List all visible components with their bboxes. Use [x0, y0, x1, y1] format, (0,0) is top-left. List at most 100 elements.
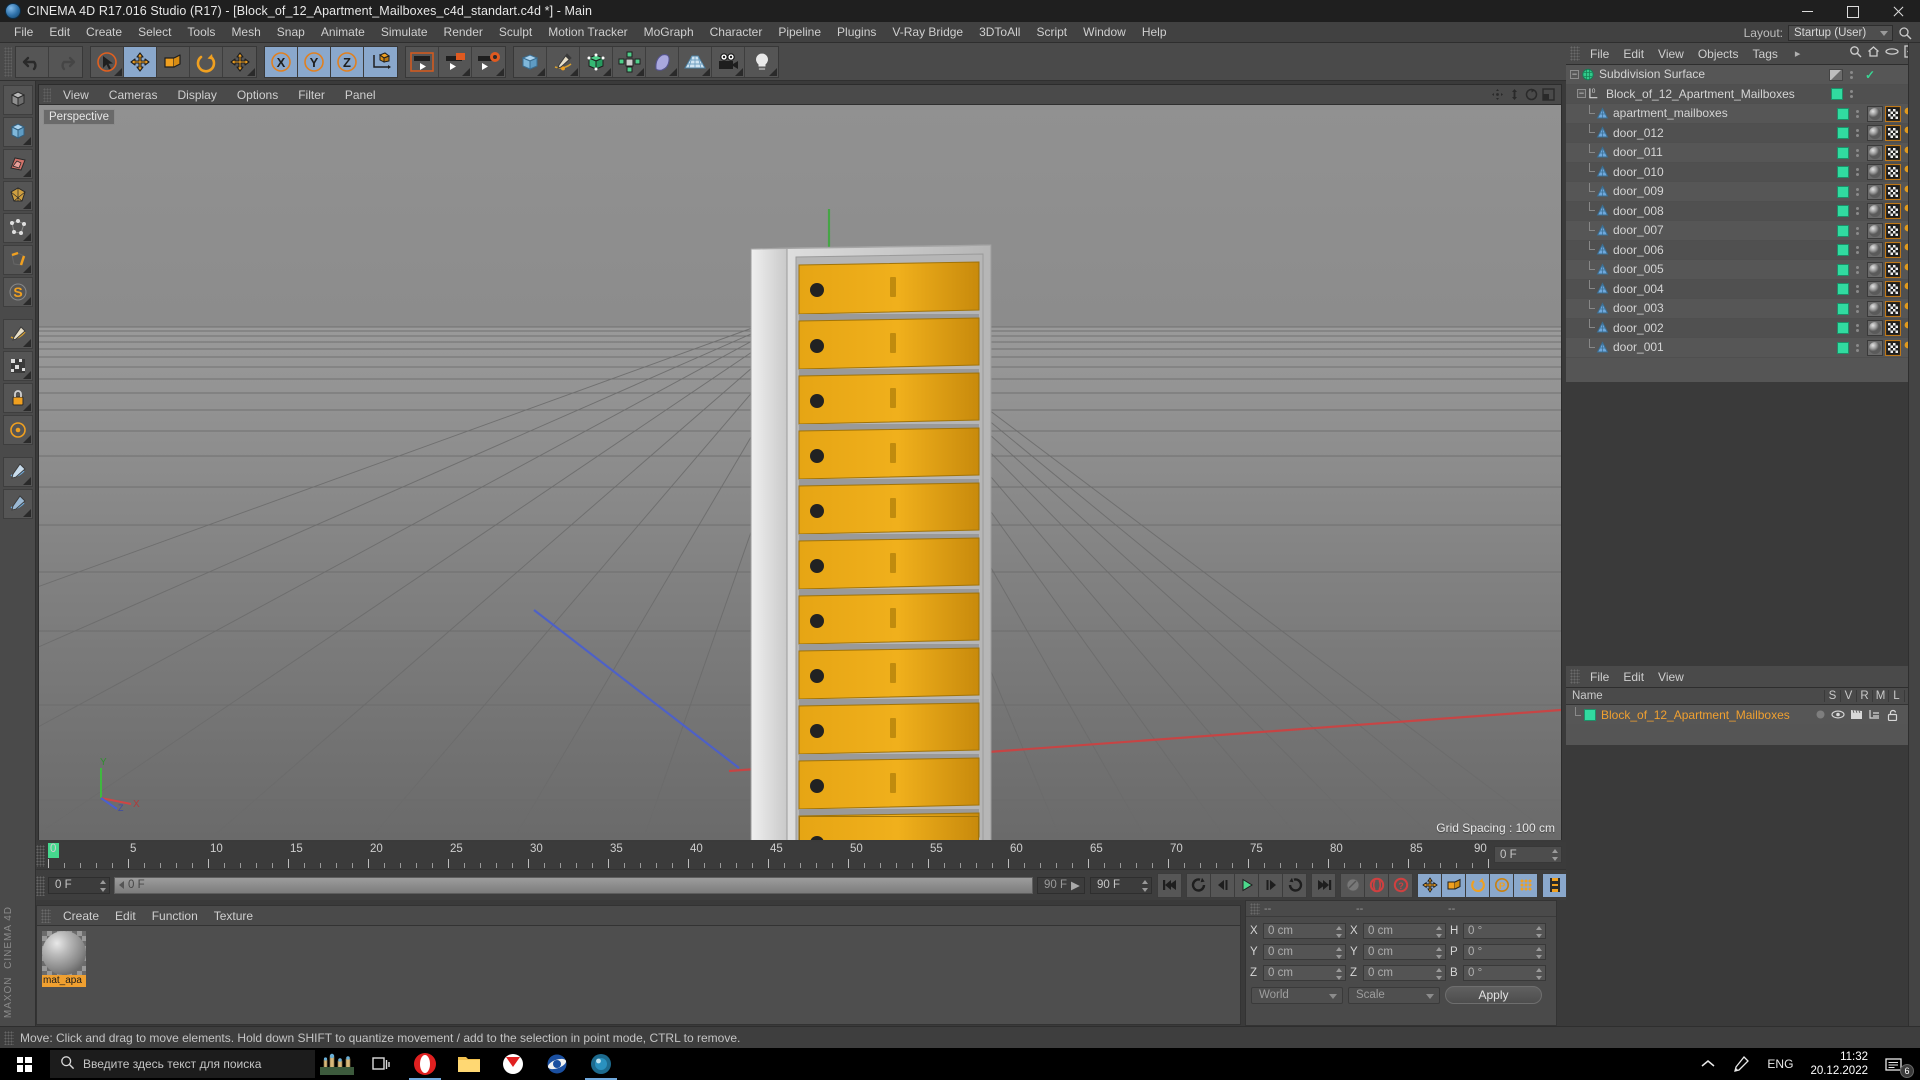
minimize-button[interactable] — [1785, 0, 1830, 22]
menu-item-pipeline[interactable]: Pipeline — [770, 23, 829, 42]
material-tag-icon[interactable] — [1866, 281, 1883, 298]
texture-tag-icon[interactable] — [1884, 105, 1901, 122]
visibility-dots[interactable] — [1853, 207, 1862, 216]
viewport-menu-cameras[interactable]: Cameras — [99, 86, 168, 104]
viewport-menu-panel[interactable]: Panel — [335, 86, 386, 104]
scale-icon[interactable] — [157, 46, 190, 77]
object-axis-icon[interactable]: S — [2, 277, 33, 307]
object-row-door-007[interactable]: door_007 — [1566, 221, 1920, 241]
object-visibility-chip[interactable] — [1831, 88, 1843, 101]
object-manager-grip[interactable] — [1570, 46, 1580, 61]
material-tag-icon[interactable] — [1866, 164, 1883, 181]
z-axis-icon[interactable]: Z — [331, 46, 364, 77]
record-keyframe-icon[interactable] — [1364, 872, 1389, 898]
visibility-dots[interactable] — [1853, 129, 1862, 138]
menu-item-edit[interactable]: Edit — [41, 23, 78, 42]
quantize-icon[interactable] — [2, 457, 33, 487]
object-manager-menu-objects[interactable]: Objects — [1691, 44, 1746, 64]
point-mode-icon[interactable] — [2, 213, 33, 243]
viewport-menu-filter[interactable]: Filter — [288, 86, 335, 104]
object-row-door-001[interactable]: door_001 — [1566, 338, 1920, 358]
object-visibility-chip[interactable] — [1837, 166, 1849, 179]
model-mode-icon[interactable] — [2, 117, 33, 147]
frame-spinner[interactable] — [1552, 849, 1559, 861]
opera-icon[interactable] — [403, 1048, 447, 1080]
object-row-door-005[interactable]: door_005 — [1566, 260, 1920, 280]
texture-tag-icon[interactable] — [1884, 242, 1901, 259]
object-row-block-of-12-apartment-mailboxes[interactable]: −0 Block_of_12_Apartment_Mailboxes — [1566, 84, 1920, 104]
object-row-door-009[interactable]: door_009 — [1566, 182, 1920, 202]
material-tag-icon[interactable] — [1866, 300, 1883, 317]
viewport-menu-options[interactable]: Options — [227, 86, 288, 104]
material-menu-function[interactable]: Function — [144, 907, 206, 925]
timeline-strip-icon[interactable] — [1542, 872, 1567, 898]
layer-manager-menu-file[interactable]: File — [1583, 667, 1616, 687]
menu-item-character[interactable]: Character — [702, 23, 771, 42]
texture-tag-icon[interactable] — [1884, 261, 1901, 278]
texture-tag-icon[interactable] — [1884, 183, 1901, 200]
nurbs-generator-icon[interactable] — [580, 46, 613, 77]
layer-manager-body[interactable]: Block_of_12_Apartment_Mailboxes — [1566, 705, 1920, 745]
object-visibility-chip[interactable] — [1837, 283, 1849, 296]
visibility-dots[interactable] — [1853, 226, 1862, 235]
action-center-icon[interactable]: 6 — [1876, 1048, 1916, 1080]
maximize-button[interactable] — [1830, 0, 1875, 22]
unlock-icon[interactable] — [1884, 709, 1900, 721]
material-tag-icon[interactable] — [1866, 339, 1883, 356]
polygon-mode-icon[interactable] — [2, 181, 33, 211]
play-icon[interactable] — [1234, 872, 1259, 898]
menu-item-simulate[interactable]: Simulate — [373, 23, 436, 42]
clapperboard-icon[interactable] — [1848, 709, 1864, 720]
object-visibility-chip[interactable] — [1837, 263, 1849, 276]
size-x-field[interactable]: 0 cm — [1363, 922, 1446, 939]
menu-item-mograph[interactable]: MoGraph — [636, 23, 702, 42]
key-position-icon[interactable] — [1417, 872, 1442, 898]
lock-axis-icon[interactable] — [2, 351, 33, 381]
rotate-icon[interactable] — [190, 46, 223, 77]
menu-item-window[interactable]: Window — [1075, 23, 1134, 42]
viewport-menu-display[interactable]: Display — [167, 86, 226, 104]
material-tag-icon[interactable] — [1866, 125, 1883, 142]
menu-item-sculpt[interactable]: Sculpt — [491, 23, 540, 42]
texture-mode-icon[interactable] — [2, 149, 33, 179]
object-row-door-002[interactable]: door_002 — [1566, 318, 1920, 338]
layout-select[interactable]: Startup (User) — [1788, 24, 1893, 41]
object-row-subdivision-surface[interactable]: − Subdivision Surface ✓ — [1566, 65, 1920, 85]
object-manager-menu-tags[interactable]: Tags — [1746, 44, 1785, 64]
perspective-viewport[interactable]: Perspective Grid Spacing : 100 cm Y X Z — [39, 105, 1561, 840]
object-visibility-chip[interactable] — [1837, 341, 1849, 354]
pan-view-icon[interactable] — [1491, 88, 1504, 104]
home-icon[interactable] — [1867, 45, 1880, 61]
visibility-dots[interactable] — [1853, 324, 1862, 333]
size-y-field[interactable]: 0 cm — [1363, 943, 1446, 960]
orbit-view-icon[interactable] — [1525, 88, 1538, 104]
visibility-dots[interactable] — [1853, 187, 1862, 196]
object-visibility-chip[interactable] — [1837, 127, 1849, 140]
object-visibility-chip[interactable] — [1837, 322, 1849, 335]
visibility-dots[interactable] — [1853, 343, 1862, 352]
timeline-scrubber[interactable]: 0 F — [114, 876, 1033, 894]
go-to-end-icon[interactable] — [1311, 872, 1336, 898]
object-visibility-chip[interactable] — [1837, 224, 1849, 237]
render-settings-icon[interactable] — [472, 46, 505, 77]
object-row-door-004[interactable]: door_004 — [1566, 279, 1920, 299]
snap-icon[interactable] — [2, 383, 33, 413]
array-modeling-icon[interactable] — [613, 46, 646, 77]
make-editable-icon[interactable] — [2, 85, 33, 115]
material-menu-texture[interactable]: Texture — [206, 907, 261, 925]
visibility-dots[interactable] — [1853, 168, 1862, 177]
manager-icon[interactable] — [1866, 709, 1882, 720]
deformer-icon[interactable] — [646, 46, 679, 77]
edge-mode-icon[interactable] — [2, 245, 33, 275]
object-row-apartment-mailboxes[interactable]: apartment_mailboxes — [1566, 104, 1920, 124]
object-visibility-chip[interactable] — [1837, 244, 1849, 257]
menu-item-v-ray-bridge[interactable]: V-Ray Bridge — [884, 23, 971, 42]
coordinate-system-select[interactable]: World — [1251, 986, 1343, 1004]
step-back-icon[interactable] — [1210, 872, 1235, 898]
material-tag-icon[interactable] — [1866, 183, 1883, 200]
language-indicator[interactable]: ENG — [1758, 1048, 1802, 1080]
visibility-dots[interactable] — [1853, 246, 1862, 255]
camera-icon[interactable] — [712, 46, 745, 77]
position-x-field[interactable]: 0 cm — [1263, 922, 1346, 939]
material-tag-icon[interactable] — [1866, 222, 1883, 239]
